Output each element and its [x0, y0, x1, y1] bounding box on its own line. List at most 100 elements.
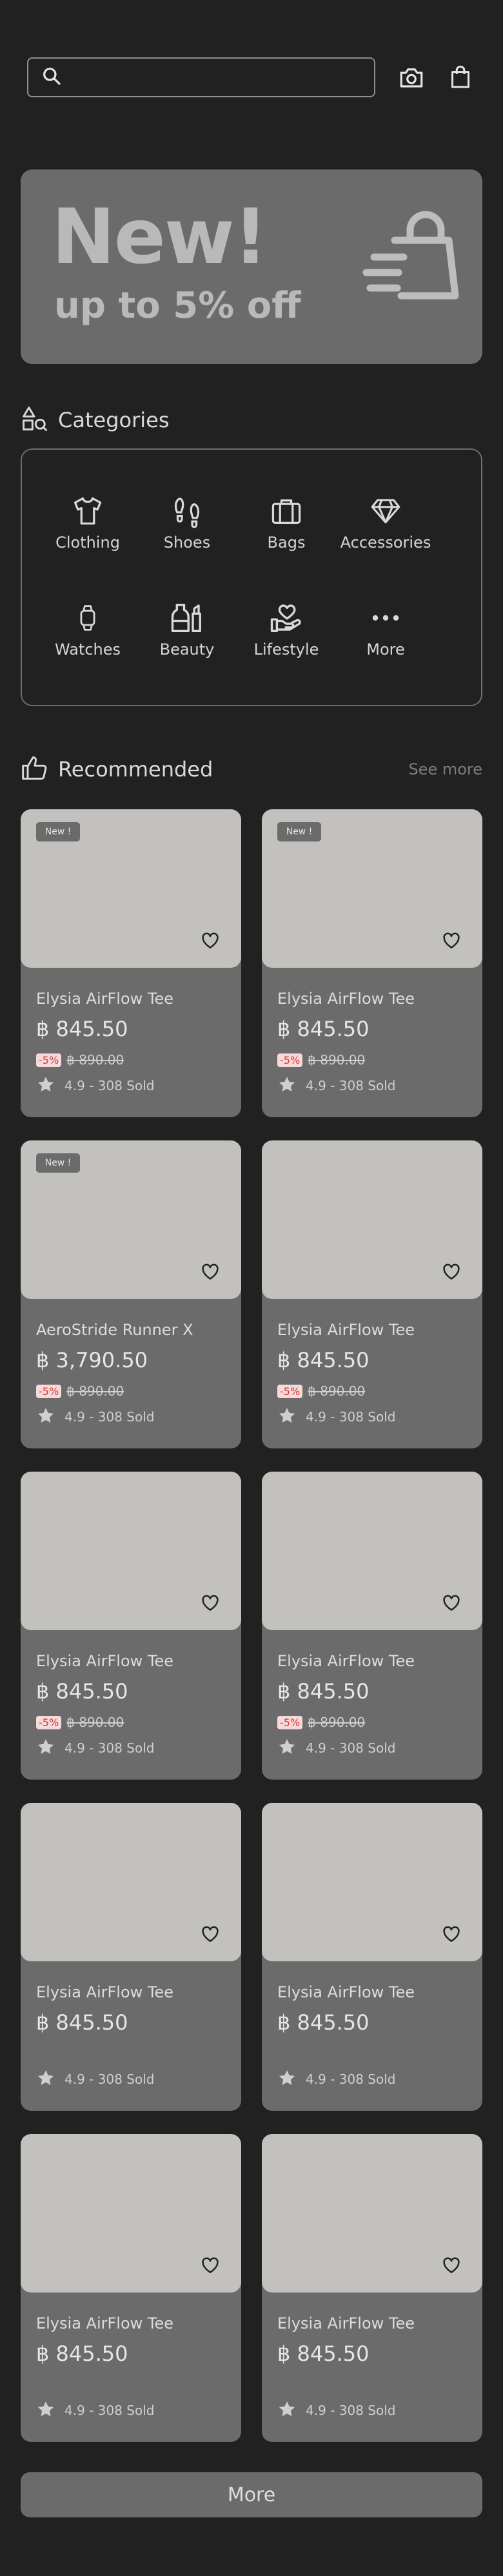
top-bar: [27, 57, 484, 98]
search-bar[interactable]: [27, 57, 375, 97]
rating-sold: 4.9 - 308 Sold: [64, 1740, 155, 1756]
diamond-icon: [368, 492, 403, 530]
original-price: ฿ 890.00: [308, 1052, 366, 1068]
category-label: More: [366, 640, 405, 658]
category-label: Clothing: [55, 533, 120, 552]
footprints-icon: [170, 492, 204, 530]
briefcase-icon: [269, 492, 304, 530]
discount-badge: -5%: [277, 1053, 303, 1067]
search-input[interactable]: [71, 69, 374, 86]
product-card[interactable]: New ! Elysia AirFlow Tee ฿ 845.50 -5% ฿ 890.…: [262, 809, 482, 1117]
rating-sold: 4.9 - 308 Sold: [306, 2403, 396, 2418]
fast-shopping-bag-icon: [361, 207, 464, 306]
star-icon: [277, 1075, 297, 1097]
product-name: Elysia AirFlow Tee: [277, 1983, 415, 2001]
shopping-bag-icon[interactable]: [446, 63, 475, 91]
categories-panel: Clothing Shoes Bags Accessories Watches …: [21, 448, 482, 706]
category-bags[interactable]: Bags: [235, 492, 338, 552]
rating-row: 4.9 - 308 Sold: [36, 2070, 154, 2089]
category-more[interactable]: More: [334, 599, 437, 658]
original-price: ฿ 890.00: [66, 1052, 124, 1068]
product-card[interactable]: Elysia AirFlow Tee ฿ 845.50 -5% ฿ 890.00 4.9…: [21, 1472, 241, 1780]
rating-sold: 4.9 - 308 Sold: [64, 2403, 155, 2418]
heart-icon[interactable]: [440, 929, 463, 952]
category-watches[interactable]: Watches: [36, 599, 139, 658]
product-price: ฿ 845.50: [277, 1348, 370, 1372]
banner-title: New!: [52, 192, 268, 281]
see-more-link[interactable]: See more: [408, 760, 482, 778]
rating-row: 4.9 - 308 Sold: [36, 1407, 154, 1427]
recommended-header: Recommended See more: [21, 754, 482, 785]
category-beauty[interactable]: Beauty: [135, 599, 239, 658]
product-name: Elysia AirFlow Tee: [36, 1652, 174, 1670]
star-icon: [36, 2399, 55, 2421]
star-icon: [277, 2068, 297, 2090]
product-name: Elysia AirFlow Tee: [277, 990, 415, 1008]
discount-row: -5% ฿ 890.00: [277, 1383, 365, 1399]
heart-icon[interactable]: [440, 1260, 463, 1283]
discount-row: -5% ฿ 890.00: [36, 1714, 124, 1731]
discount-row: -5% ฿ 890.00: [36, 1383, 124, 1399]
product-card[interactable]: Elysia AirFlow Tee ฿ 845.50 4.9 - 308 Sold: [262, 1803, 482, 2111]
product-price: ฿ 845.50: [36, 2341, 128, 2366]
product-name: Elysia AirFlow Tee: [36, 2314, 174, 2332]
product-price: ฿ 845.50: [277, 1679, 370, 1704]
discount-row: -5% ฿ 890.00: [277, 1714, 365, 1731]
category-lifestyle[interactable]: Lifestyle: [235, 599, 338, 658]
product-price: ฿ 845.50: [36, 2010, 128, 2035]
product-card[interactable]: New ! Elysia AirFlow Tee ฿ 845.50 -5% ฿ 890.…: [21, 809, 241, 1117]
product-name: Elysia AirFlow Tee: [36, 990, 174, 1008]
star-icon: [277, 1406, 297, 1428]
category-accessories[interactable]: Accessories: [334, 492, 437, 552]
camera-search-icon[interactable]: [397, 63, 426, 91]
hand-heart-icon: [268, 599, 304, 637]
product-price: ฿ 845.50: [277, 2010, 370, 2035]
original-price: ฿ 890.00: [308, 1383, 366, 1399]
rating-sold: 4.9 - 308 Sold: [64, 1409, 155, 1425]
recommended-title: Recommended: [58, 757, 213, 782]
heart-icon[interactable]: [199, 1591, 222, 1615]
discount-badge: -5%: [36, 1384, 62, 1398]
original-price: ฿ 890.00: [308, 1715, 366, 1730]
heart-icon[interactable]: [440, 1923, 463, 1946]
category-shoes[interactable]: Shoes: [135, 492, 239, 552]
categories-header: Categories: [21, 405, 482, 436]
product-name: Elysia AirFlow Tee: [277, 1321, 415, 1339]
product-price: ฿ 845.50: [277, 2341, 370, 2366]
rating-row: 4.9 - 308 Sold: [277, 1738, 395, 1758]
rating-sold: 4.9 - 308 Sold: [306, 1078, 396, 1093]
product-card[interactable]: Elysia AirFlow Tee ฿ 845.50 4.9 - 308 Sold: [21, 2134, 241, 2442]
star-icon: [36, 2068, 55, 2090]
heart-icon[interactable]: [440, 2254, 463, 2277]
category-label: Lifestyle: [253, 640, 319, 658]
original-price: ฿ 890.00: [66, 1715, 124, 1730]
category-label: Watches: [55, 640, 121, 658]
star-icon: [36, 1075, 55, 1097]
load-more-button[interactable]: More: [21, 2472, 482, 2517]
heart-icon[interactable]: [199, 1260, 222, 1283]
product-price: ฿ 845.50: [36, 1017, 128, 1041]
product-card[interactable]: Elysia AirFlow Tee ฿ 845.50 4.9 - 308 Sold: [21, 1803, 241, 2111]
new-badge: New !: [36, 1153, 80, 1173]
thumbs-up-icon: [21, 754, 49, 785]
promo-banner[interactable]: New! up to 5% off: [21, 169, 482, 364]
shirt-icon: [71, 492, 104, 530]
product-name: Elysia AirFlow Tee: [36, 1983, 174, 2001]
heart-icon[interactable]: [199, 2254, 222, 2277]
discount-row: -5% ฿ 890.00: [277, 1052, 365, 1068]
category-clothing[interactable]: Clothing: [36, 492, 139, 552]
heart-icon[interactable]: [199, 1923, 222, 1946]
product-card[interactable]: Elysia AirFlow Tee ฿ 845.50 4.9 - 308 Sold: [262, 2134, 482, 2442]
heart-icon[interactable]: [199, 929, 222, 952]
heart-icon[interactable]: [440, 1591, 463, 1615]
product-card[interactable]: Elysia AirFlow Tee ฿ 845.50 -5% ฿ 890.00 4.9…: [262, 1140, 482, 1448]
new-badge: New !: [277, 822, 321, 841]
search-icon: [41, 66, 62, 89]
product-card[interactable]: New ! AeroStride Runner X ฿ 3,790.50 -5% ฿ 8…: [21, 1140, 241, 1448]
star-icon: [36, 1737, 55, 1759]
category-label: Bags: [267, 533, 306, 552]
product-card[interactable]: Elysia AirFlow Tee ฿ 845.50 -5% ฿ 890.00 4.9…: [262, 1472, 482, 1780]
rating-sold: 4.9 - 308 Sold: [306, 2071, 396, 2087]
product-price: ฿ 3,790.50: [36, 1348, 148, 1372]
rating-sold: 4.9 - 308 Sold: [306, 1409, 396, 1425]
